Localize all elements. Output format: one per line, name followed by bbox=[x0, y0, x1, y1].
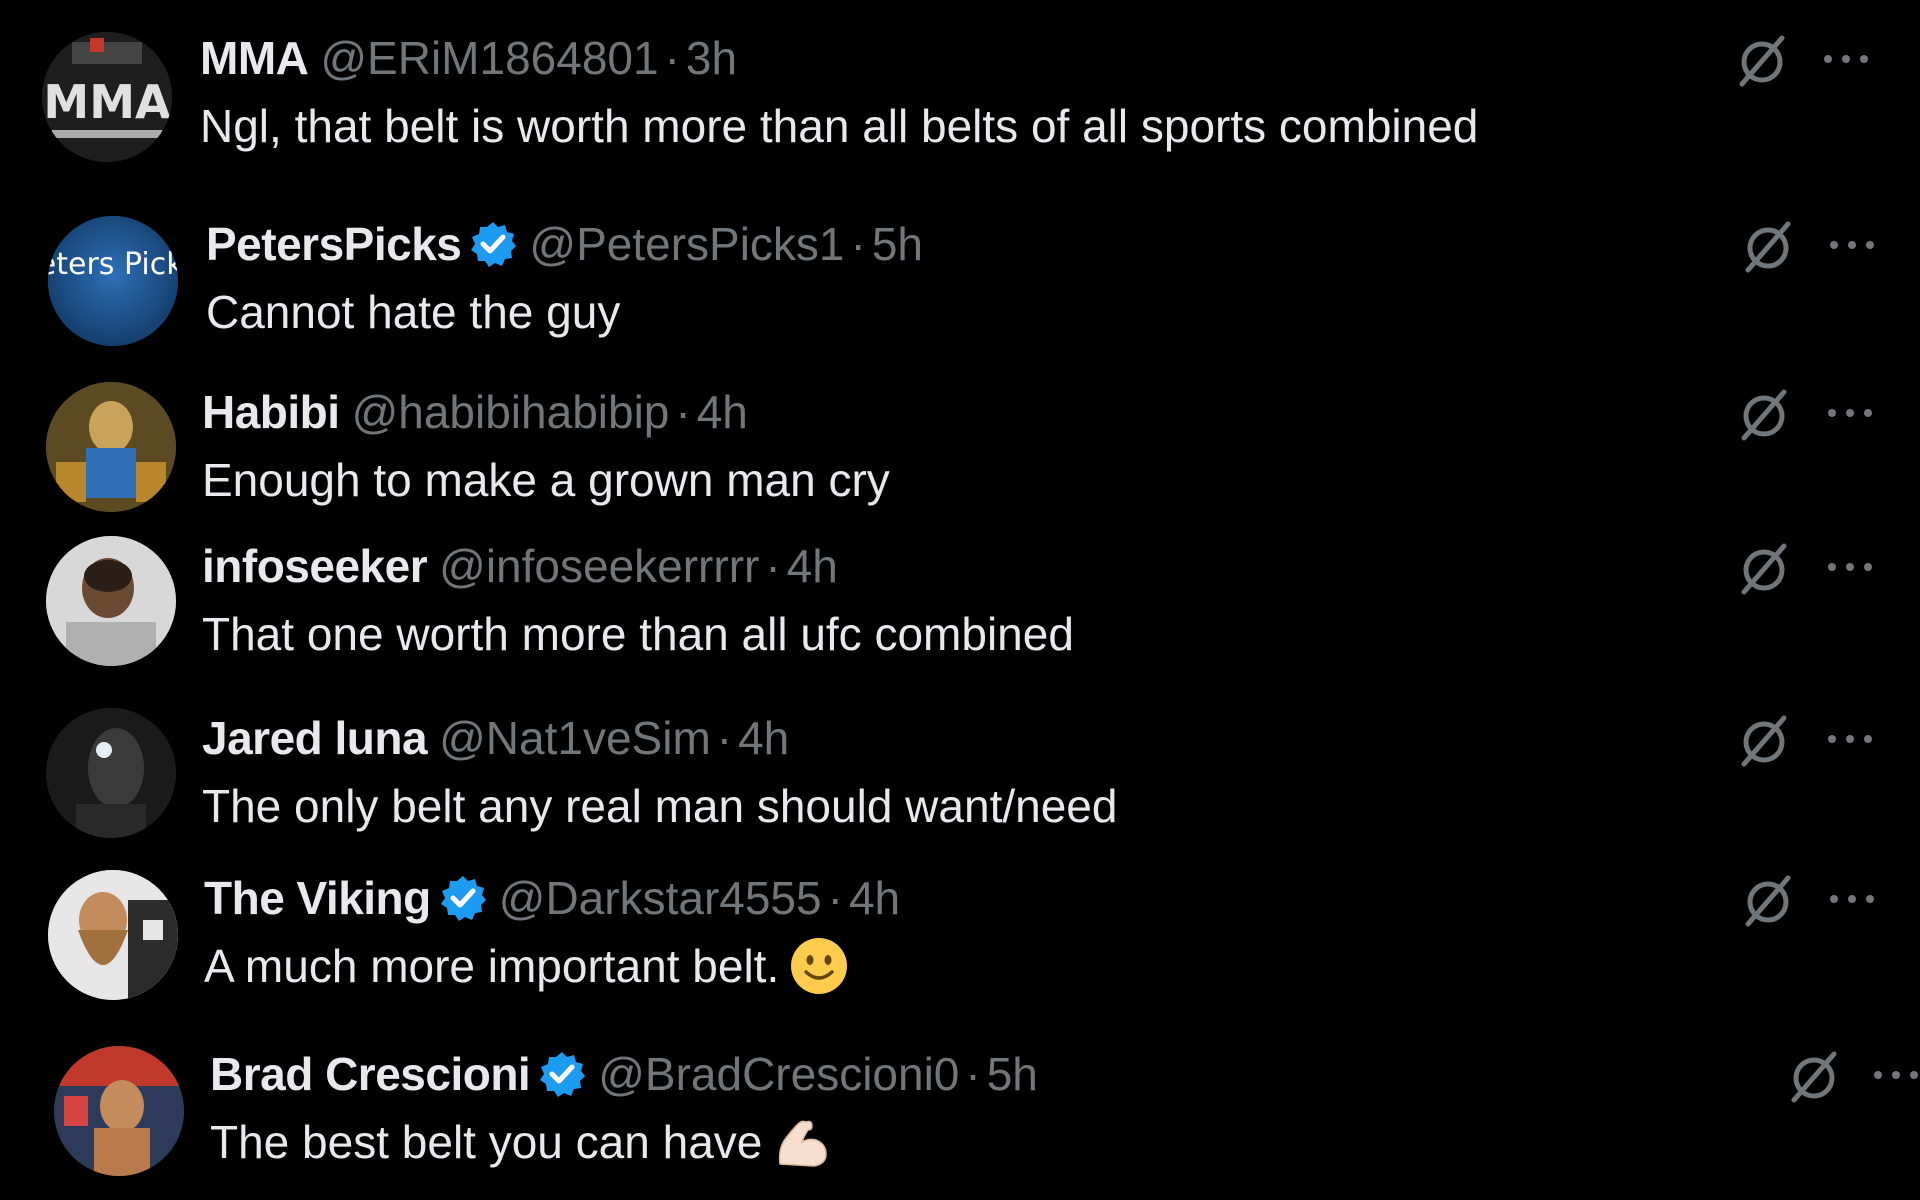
author-name[interactable]: Jared luna bbox=[202, 712, 428, 764]
avatar[interactable] bbox=[54, 1046, 184, 1176]
author-handle[interactable]: @habibihabibip bbox=[352, 386, 670, 438]
reply-text: The best belt you can have bbox=[210, 1112, 832, 1172]
more-dots-icon[interactable] bbox=[1822, 398, 1878, 428]
avatar[interactable] bbox=[48, 870, 178, 1000]
reply-header: The Viking @Darkstar4555 · 4h bbox=[204, 868, 900, 928]
timestamp[interactable]: 5h bbox=[987, 1048, 1038, 1100]
timestamp[interactable]: 4h bbox=[787, 540, 838, 592]
author-name[interactable]: MMA bbox=[200, 32, 309, 84]
author-handle[interactable]: @ERiM1864801 bbox=[320, 32, 658, 84]
author-handle[interactable]: @Darkstar4555 bbox=[499, 872, 822, 924]
timestamp[interactable]: 4h bbox=[697, 386, 748, 438]
reply-header: Brad Crescioni @BradCrescioni0 · 5h bbox=[210, 1044, 1038, 1104]
more-dots-icon[interactable] bbox=[1818, 44, 1874, 74]
reply-text: Cannot hate the guy bbox=[206, 286, 621, 338]
reply-text-content: A much more important belt. bbox=[204, 940, 780, 992]
reply-text: The only belt any real man should want/n… bbox=[202, 780, 1118, 832]
reply-text: That one worth more than all ufc combine… bbox=[202, 608, 1074, 660]
timestamp[interactable]: 4h bbox=[738, 712, 789, 764]
reply-header: MMA @ERiM1864801 · 3h bbox=[200, 28, 737, 88]
more-dots-icon[interactable] bbox=[1824, 884, 1880, 914]
separator-dot: · bbox=[765, 540, 781, 592]
more-dots-icon[interactable] bbox=[1824, 230, 1880, 260]
avatar[interactable] bbox=[46, 708, 176, 838]
more-dots-icon[interactable] bbox=[1822, 552, 1878, 582]
avatar-text: Peters Picks bbox=[48, 247, 178, 282]
reply-header: Jared luna @Nat1veSim · 4h bbox=[202, 708, 789, 768]
reply-item[interactable]: The Viking @Darkstar4555 · 4h A much more i… bbox=[0, 868, 1920, 1018]
more-dots-icon[interactable] bbox=[1822, 724, 1878, 754]
reply-header: infoseeker @infoseekerrrrr · 4h bbox=[202, 536, 838, 596]
author-handle[interactable]: @PetersPicks1 bbox=[529, 218, 844, 270]
avatar[interactable]: MMA bbox=[42, 32, 172, 162]
separator-dot: · bbox=[675, 386, 691, 438]
grok-icon[interactable] bbox=[1736, 540, 1792, 596]
verified-badge-icon bbox=[439, 874, 487, 922]
separator-dot: · bbox=[664, 32, 680, 84]
more-dots-icon[interactable] bbox=[1868, 1060, 1920, 1090]
reply-item[interactable]: Jared luna @Nat1veSim · 4h The only belt an… bbox=[0, 708, 1920, 858]
flexed-biceps-icon bbox=[779, 1120, 828, 1167]
timestamp[interactable]: 5h bbox=[872, 218, 923, 270]
author-name[interactable]: Habibi bbox=[202, 386, 340, 438]
reply-item[interactable]: infoseeker @infoseekerrrrr · 4h That one wo… bbox=[0, 536, 1920, 686]
author-handle[interactable]: @infoseekerrrrr bbox=[439, 540, 759, 592]
reply-text: Enough to make a grown man cry bbox=[202, 454, 890, 506]
reply-header: Habibi @habibihabibip · 4h bbox=[202, 382, 748, 442]
timestamp[interactable]: 3h bbox=[686, 32, 737, 84]
reply-text: A much more important belt. bbox=[204, 936, 849, 996]
avatar[interactable] bbox=[46, 382, 176, 512]
separator-dot: · bbox=[827, 872, 843, 924]
reply-header: PetersPicks @PetersPicks1 · 5h bbox=[206, 214, 923, 274]
author-name[interactable]: Brad Crescioni bbox=[210, 1048, 531, 1100]
verified-badge-icon bbox=[538, 1050, 586, 1098]
grok-icon[interactable] bbox=[1740, 872, 1796, 928]
avatar[interactable]: Peters Picks bbox=[48, 216, 178, 346]
author-handle[interactable]: @Nat1veSim bbox=[439, 712, 711, 764]
slightly-smiling-face-icon bbox=[791, 938, 848, 994]
grok-icon[interactable] bbox=[1734, 32, 1790, 88]
grok-icon[interactable] bbox=[1736, 712, 1792, 768]
svg-text:MMA: MMA bbox=[43, 75, 171, 129]
grok-icon[interactable] bbox=[1736, 386, 1792, 442]
separator-dot: · bbox=[850, 218, 866, 270]
author-handle[interactable]: @BradCrescioni0 bbox=[598, 1048, 959, 1100]
author-name[interactable]: PetersPicks bbox=[206, 218, 462, 270]
reply-text: Ngl, that belt is worth more than all be… bbox=[200, 100, 1479, 152]
author-name[interactable]: infoseeker bbox=[202, 540, 428, 592]
avatar[interactable] bbox=[46, 536, 176, 666]
verified-badge-icon bbox=[469, 220, 517, 268]
reply-item[interactable]: Peters Picks PetersPicks @PetersPicks1·5h… bbox=[0, 214, 1920, 364]
reply-item[interactable]: Habibi @habibihabibip · 4h Enough to make a… bbox=[0, 382, 1920, 532]
reply-item[interactable]: MMA MMA @ERiM1864801 · 3h Ngl, that belt is… bbox=[0, 28, 1920, 178]
separator-dot: · bbox=[965, 1048, 981, 1100]
grok-icon[interactable] bbox=[1786, 1048, 1842, 1104]
author-name[interactable]: The Viking bbox=[204, 872, 431, 924]
reply-item[interactable]: Brad Crescioni @BradCrescioni0 · 5h The bes… bbox=[0, 1044, 1920, 1194]
timestamp[interactable]: 4h bbox=[849, 872, 900, 924]
grok-icon[interactable] bbox=[1740, 218, 1796, 274]
separator-dot: · bbox=[716, 712, 733, 764]
reply-text-content: The best belt you can have bbox=[210, 1116, 763, 1168]
